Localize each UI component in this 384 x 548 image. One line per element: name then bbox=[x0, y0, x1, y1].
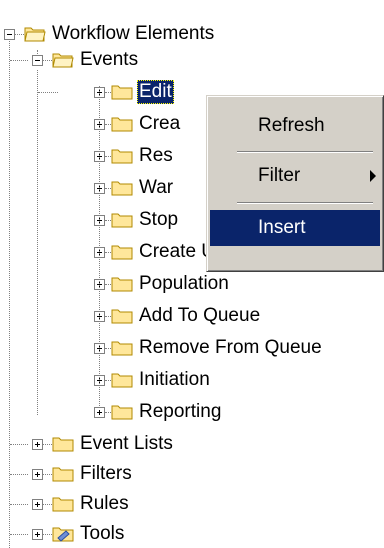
tree-node-event-child[interactable]: Res bbox=[0, 140, 206, 172]
folder-open-icon bbox=[52, 53, 74, 68]
collapse-icon[interactable] bbox=[32, 55, 43, 66]
context-menu: Refresh Filter Insert bbox=[206, 95, 384, 272]
tree-node-event-child[interactable]: War bbox=[0, 172, 206, 204]
tree-node-rules[interactable]: Rules bbox=[0, 488, 300, 520]
tree-node-label: Events bbox=[80, 49, 139, 70]
tree-node-event-child[interactable]: Population bbox=[0, 268, 300, 300]
tree-node-label: Stop bbox=[139, 209, 179, 230]
tree-node-label: Event Lists bbox=[80, 433, 173, 454]
tree-connector bbox=[10, 474, 28, 475]
tree-node-events[interactable]: Events bbox=[0, 44, 300, 76]
tree-node-label: Remove From Queue bbox=[139, 337, 322, 358]
expand-icon[interactable] bbox=[32, 469, 43, 480]
tree-connector bbox=[15, 34, 24, 35]
tree-node-label: War bbox=[139, 177, 174, 198]
tree-node-label: Reporting bbox=[139, 401, 222, 422]
folder-icon bbox=[111, 309, 133, 324]
tree-node-event-child[interactable]: Reporting bbox=[0, 396, 300, 428]
tree-node-event-child[interactable]: Crea bbox=[0, 108, 206, 140]
tree-node-label: Population bbox=[139, 273, 229, 294]
menu-item-label: Insert bbox=[258, 217, 306, 238]
tree-guide-children bbox=[99, 86, 100, 408]
tree-connector bbox=[10, 444, 28, 445]
folder-icon bbox=[52, 497, 74, 512]
tree-connector bbox=[43, 474, 52, 475]
tree-node-event-child[interactable]: Add To Queue bbox=[0, 300, 320, 332]
tree-node-label: Res bbox=[139, 145, 173, 166]
folder-icon bbox=[111, 245, 133, 260]
tree-node-label: Tools bbox=[80, 523, 125, 544]
folder-icon bbox=[52, 467, 74, 482]
submenu-arrow-icon bbox=[370, 170, 376, 182]
menu-item-refresh[interactable]: Refresh bbox=[210, 108, 380, 144]
tree-node-label: Rules bbox=[80, 493, 129, 514]
expand-icon[interactable] bbox=[32, 439, 43, 450]
menu-item-insert[interactable]: Insert bbox=[210, 210, 380, 246]
tree-connector bbox=[10, 60, 28, 61]
expand-icon[interactable] bbox=[32, 499, 43, 510]
folder-open-icon bbox=[24, 27, 46, 42]
tree-node-label: Edit bbox=[137, 80, 174, 104]
tree-node-event-child[interactable]: Initiation bbox=[0, 364, 300, 396]
tree-node-filters[interactable]: Filters bbox=[0, 458, 300, 490]
tree-connector bbox=[43, 60, 52, 61]
menu-separator bbox=[237, 202, 373, 204]
tree-node-event-child[interactable]: Remove From Queue bbox=[0, 332, 384, 364]
folder-icon bbox=[111, 277, 133, 292]
folder-icon bbox=[111, 117, 133, 132]
tree-node-label: Add To Queue bbox=[139, 305, 261, 326]
tree-node-label: Workflow Elements bbox=[52, 23, 215, 44]
tree-connector bbox=[10, 534, 28, 535]
expand-icon[interactable] bbox=[94, 407, 105, 418]
tree-connector bbox=[43, 444, 52, 445]
folder-icon bbox=[111, 341, 133, 356]
tree-node-tools[interactable]: Tools bbox=[0, 518, 300, 548]
folder-icon bbox=[111, 85, 133, 100]
tree-node-label: Crea bbox=[139, 113, 181, 134]
tree-connector bbox=[10, 504, 28, 505]
folder-icon bbox=[111, 405, 133, 420]
workflow-tree: Workflow Elements Events Edit Crea Res W… bbox=[0, 0, 384, 548]
tree-node-label: Filters bbox=[80, 463, 132, 484]
tree-node-event-lists[interactable]: Event Lists bbox=[0, 428, 300, 460]
folder-icon bbox=[111, 181, 133, 196]
menu-separator bbox=[237, 151, 373, 153]
tree-connector bbox=[38, 92, 58, 93]
tree-connector bbox=[43, 534, 52, 535]
menu-item-label: Refresh bbox=[258, 115, 325, 136]
folder-icon bbox=[52, 437, 74, 452]
collapse-icon[interactable] bbox=[4, 29, 15, 40]
tree-node-label: Initiation bbox=[139, 369, 210, 390]
folder-icon bbox=[111, 213, 133, 228]
folder-icon bbox=[111, 373, 133, 388]
expand-icon[interactable] bbox=[32, 529, 43, 540]
tools-folder-icon bbox=[52, 527, 74, 542]
folder-icon bbox=[111, 149, 133, 164]
menu-item-label: Filter bbox=[258, 165, 301, 186]
tree-node-event-child[interactable]: Stop bbox=[0, 204, 206, 236]
menu-item-filter[interactable]: Filter bbox=[210, 158, 380, 194]
tree-connector bbox=[43, 504, 52, 505]
tree-node-event-child[interactable]: Edit bbox=[0, 76, 206, 108]
